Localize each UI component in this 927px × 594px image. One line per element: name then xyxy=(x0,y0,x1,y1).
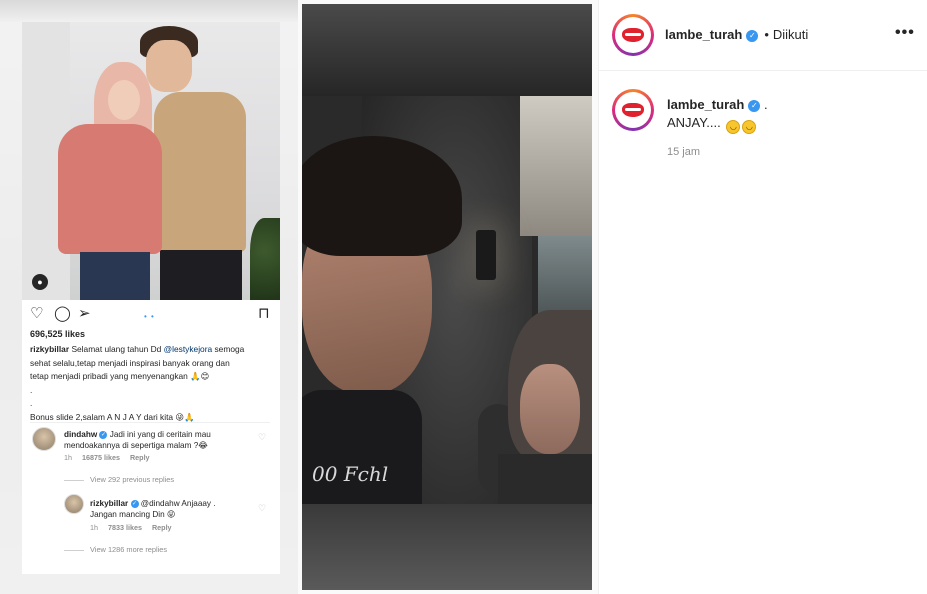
man-face xyxy=(146,40,192,92)
heart-icon: ♡ xyxy=(30,305,44,322)
follow-status-button[interactable]: Diikuti xyxy=(773,27,808,42)
window xyxy=(538,236,592,316)
comment-line-2: mendoakannya di sepertiga malam ?😂 xyxy=(64,441,208,450)
caption-text-3: tetap menjadi pribadi yang menyenangkan … xyxy=(30,371,210,382)
comment-reply: Reply xyxy=(129,453,150,462)
caption-username: rizkybillar xyxy=(30,344,70,354)
man-figure xyxy=(154,92,246,252)
image-top-edge xyxy=(0,0,298,22)
header-separator: • xyxy=(764,27,769,42)
comment-time: 1h xyxy=(64,453,72,462)
user-tag-icon: ● xyxy=(32,274,48,290)
shirt-print: 00 Fchl xyxy=(312,462,389,486)
caption-mention: @lestykejora xyxy=(163,344,213,354)
embedded-caption: rizkybillar Selamat ulang tahun Dd @lest… xyxy=(30,343,270,425)
post-media[interactable]: ● ♡ ◯ ➢ ⊓ • • 696,525 likes rizkybillar … xyxy=(0,0,598,594)
view-more-replies: View 1286 more replies xyxy=(64,545,167,554)
verified-badge-icon: ✓ xyxy=(746,30,759,42)
caption-text-1b: semoga xyxy=(212,344,245,354)
reply-likes: 7833 likes xyxy=(108,523,142,532)
post-header: lambe_turah ✓ • Diikuti ••• xyxy=(599,0,927,71)
caption-text-2: sehat selalu,tetap menjadi inspirasi ban… xyxy=(30,357,230,368)
verified-icon: ✓ xyxy=(130,500,139,508)
man-legs xyxy=(160,250,242,300)
share-icon: ➢ xyxy=(78,305,91,322)
caption-text: ANJAY.... xyxy=(667,115,721,130)
smirk-emoji-icon: ◡ xyxy=(742,120,757,134)
comment-heart-icon: ♡ xyxy=(258,432,267,442)
man-shirt xyxy=(302,390,422,510)
comment-text: dindahw ✓ Jadi ini yang di ceritain mau … xyxy=(64,429,254,451)
caption-text-4: Bonus slide 2,salam A N J A Y dari kita … xyxy=(30,411,195,422)
reply-reply: Reply xyxy=(151,523,172,532)
reply-meta: 1h 7833 likes Reply xyxy=(90,523,172,532)
reply-text: rizkybillar ✓ @dindahw Anjaaay . Jangan … xyxy=(90,498,260,520)
more-options-icon[interactable]: ••• xyxy=(895,24,915,42)
woman-face xyxy=(108,80,140,120)
caption-dot-2: . xyxy=(30,398,33,409)
reply-time: 1h xyxy=(90,523,98,532)
comment-icon: ◯ xyxy=(54,305,71,322)
blurred-floor xyxy=(302,504,592,590)
profile-avatar[interactable] xyxy=(612,14,654,56)
post-time[interactable]: 15 jam xyxy=(667,146,700,158)
reply-username: rizkybillar xyxy=(90,499,129,508)
verified-badge-icon: ✓ xyxy=(748,100,761,112)
post-side-panel: lambe_turah ✓ • Diikuti ••• lambe_turah ✓ . … xyxy=(598,0,927,594)
reply-line-1: @dindahw Anjaaay . xyxy=(140,499,216,508)
caption-dot-1: . xyxy=(30,384,33,395)
reply-line-2: Jangan mancing Din 😜 xyxy=(90,510,176,519)
woman-figure xyxy=(58,124,162,254)
view-previous-replies: View 292 previous replies xyxy=(64,475,174,484)
caption-text-1a: Selamat ulang tahun Dd xyxy=(71,344,164,354)
comment-line-1: Jadi ini yang di ceritain mau xyxy=(109,430,211,439)
couple-photo: ● xyxy=(22,22,280,300)
caption-avatar[interactable] xyxy=(612,89,654,131)
carousel-dots: • • xyxy=(144,312,155,321)
post-caption: lambe_turah ✓ . ANJAY.... ◡ ◡ xyxy=(667,96,768,134)
screenshot-image: ● ♡ ◯ ➢ ⊓ • • 696,525 likes rizkybillar … xyxy=(0,0,298,594)
reply-avatar xyxy=(64,494,84,514)
commenter-avatar xyxy=(32,427,56,451)
caption-username[interactable]: lambe_turah xyxy=(667,97,744,112)
bookmark-icon: ⊓ xyxy=(258,305,270,322)
ceiling-light xyxy=(520,96,592,236)
embedded-likes-count: 696,525 likes xyxy=(30,329,86,339)
comment-likes: 16875 likes xyxy=(82,453,120,462)
verified-icon: ✓ xyxy=(99,431,108,439)
ceiling-dark xyxy=(302,4,592,96)
reply-heart-icon: ♡ xyxy=(258,503,267,513)
header-username[interactable]: lambe_turah xyxy=(665,27,742,42)
smirk-emoji-icon: ◡ xyxy=(726,120,741,134)
divider xyxy=(30,422,270,423)
video-frame: 00 Fchl xyxy=(302,4,592,590)
plant-shape xyxy=(250,218,280,300)
woman-legs xyxy=(80,252,150,300)
woman-face xyxy=(520,364,580,454)
embedded-instagram-post: ● ♡ ◯ ➢ ⊓ • • 696,525 likes rizkybillar … xyxy=(22,22,280,574)
header-title: lambe_turah ✓ • Diikuti xyxy=(665,26,808,44)
wall-lamp xyxy=(476,230,496,280)
comment-username: dindahw xyxy=(64,430,98,439)
lips-logo-icon xyxy=(622,103,644,117)
lips-logo-icon xyxy=(622,28,644,42)
comment-meta: 1h 16875 likes Reply xyxy=(64,453,150,462)
caption-trailing: . xyxy=(763,97,768,112)
